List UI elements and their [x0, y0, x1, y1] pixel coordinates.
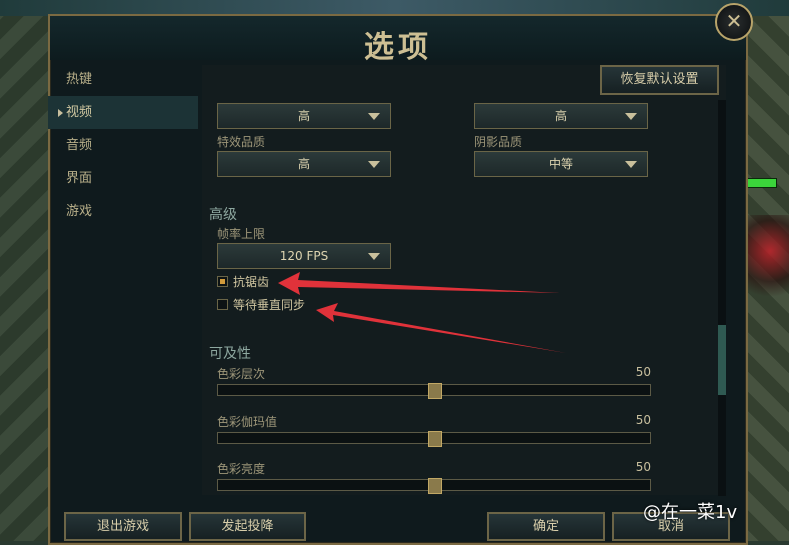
annotation-arrow-vsync	[316, 303, 566, 353]
annotation-arrow-anti-aliasing	[278, 272, 560, 295]
watermark: @在一菜1v	[643, 502, 738, 523]
annotation-arrows	[278, 272, 566, 353]
